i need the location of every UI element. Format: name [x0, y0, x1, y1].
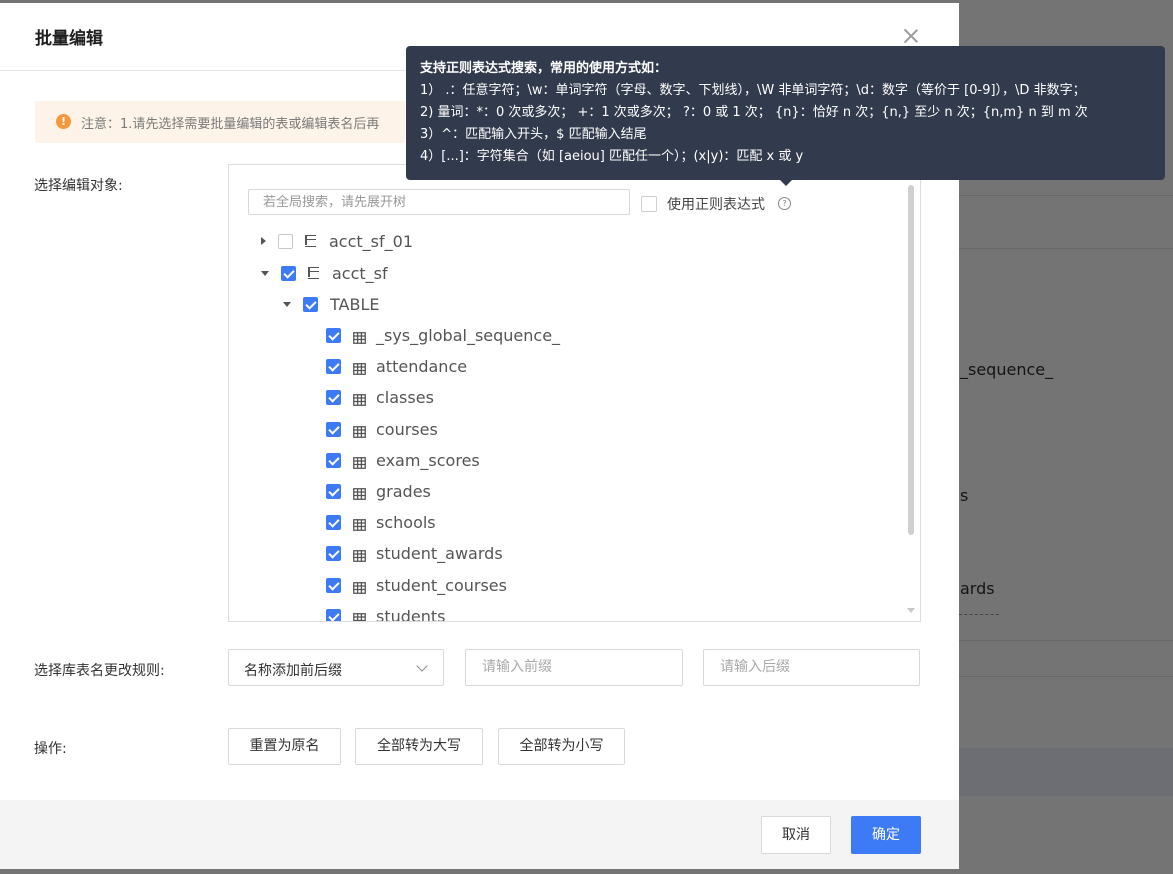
object-tree-panel: 若全局搜索，请先展开树 使用正则表达式 ? acct_sf_01 acct_sf…: [228, 164, 921, 622]
node-label: students: [376, 606, 446, 622]
notice-banner: ! 注意：1.请先选择需要批量编辑的表或编辑表名后再: [35, 101, 405, 143]
node-label: student_awards: [376, 543, 503, 563]
tooltip-line: 3）^：匹配输入开头，$ 匹配输入结尾: [420, 127, 647, 142]
node-checkbox[interactable]: [326, 483, 341, 499]
operation-label: 操作:: [34, 741, 67, 757]
table-icon: [353, 329, 366, 344]
node-label: classes: [376, 387, 434, 407]
dialog-title: 批量编辑: [35, 29, 103, 49]
tree-node-table[interactable]: schools: [326, 511, 436, 533]
regex-checkbox-label: 使用正则表达式: [667, 197, 765, 213]
prefix-input[interactable]: 请输入前缀: [465, 649, 683, 686]
database-icon: [308, 267, 319, 279]
table-icon: [353, 391, 366, 406]
caret-right-icon[interactable]: [261, 237, 266, 245]
table-icon: [353, 547, 366, 562]
database-icon: [305, 235, 316, 247]
node-label: student_courses: [376, 575, 507, 595]
node-checkbox[interactable]: [281, 265, 296, 281]
node-checkbox[interactable]: [326, 608, 341, 621]
table-icon: [353, 516, 366, 531]
tree-node-table[interactable]: students: [326, 605, 446, 622]
tooltip-line: 1） .：任意字符；\w：单词字符（字母、数字、下划线），\W 非单词字符；\d…: [420, 83, 1086, 98]
tree-node-table[interactable]: _sys_global_sequence_: [326, 324, 560, 346]
node-label: grades: [376, 481, 431, 501]
node-checkbox[interactable]: [326, 327, 341, 343]
notice-text: 注意：1.请先选择需要批量编辑的表或编辑表名后再: [81, 117, 380, 132]
cancel-button[interactable]: 取消: [761, 816, 831, 854]
reset-name-button[interactable]: 重置为原名: [228, 728, 341, 765]
node-checkbox[interactable]: [326, 421, 341, 437]
tree-node-database[interactable]: acct_sf_01: [261, 230, 413, 252]
node-label: attendance: [376, 356, 468, 376]
regex-checkbox[interactable]: [641, 196, 657, 212]
tooltip-line: 2) 量词：*：0 次或多次； +：1 次或多次； ?：0 或 1 次； {n}…: [420, 105, 1088, 120]
rename-rule-label: 选择库表名更改规则:: [34, 663, 165, 679]
node-label: exam_scores: [376, 450, 480, 470]
confirm-button[interactable]: 确定: [851, 816, 921, 854]
warning-icon: !: [56, 114, 71, 129]
tree-node-database[interactable]: acct_sf: [261, 262, 388, 284]
tree-node-table[interactable]: attendance: [326, 355, 467, 377]
node-checkbox[interactable]: [326, 389, 341, 405]
dialog-footer: 取消 确定: [0, 800, 959, 869]
node-checkbox[interactable]: [326, 452, 341, 468]
table-icon: [353, 423, 366, 438]
regex-help-tooltip: 支持正则表达式搜索，常用的使用方式如： 1） .：任意字符；\w：单词字符（字母…: [406, 46, 1165, 180]
tree-node-table[interactable]: classes: [326, 386, 434, 408]
tree-node-table[interactable]: exam_scores: [326, 449, 480, 471]
node-label: acct_sf: [332, 263, 388, 283]
node-checkbox[interactable]: [278, 233, 293, 249]
suffix-input[interactable]: 请输入后缀: [703, 649, 920, 686]
node-label: acct_sf_01: [329, 231, 413, 251]
node-checkbox[interactable]: [326, 577, 341, 593]
scroll-down-icon[interactable]: [907, 608, 915, 613]
tree-scrollbar[interactable]: [908, 185, 914, 535]
tree-node-folder[interactable]: TABLE: [283, 293, 379, 315]
tree-node-table[interactable]: student_awards: [326, 542, 503, 564]
tree-search-input[interactable]: 若全局搜索，请先展开树: [248, 189, 630, 215]
node-checkbox[interactable]: [326, 545, 341, 561]
tree-node-table[interactable]: courses: [326, 418, 438, 440]
node-label: courses: [376, 419, 438, 439]
select-objects-label: 选择编辑对象:: [34, 178, 123, 194]
node-checkbox[interactable]: [326, 358, 341, 374]
chevron-down-icon: [416, 660, 428, 672]
rename-rule-select[interactable]: 名称添加前后缀: [228, 649, 444, 686]
table-icon: [353, 485, 366, 500]
node-checkbox[interactable]: [326, 514, 341, 530]
tooltip-line: 支持正则表达式搜索，常用的使用方式如：: [420, 61, 668, 76]
node-label: _sys_global_sequence_: [376, 325, 561, 345]
node-label: TABLE: [330, 294, 380, 314]
tree-node-table[interactable]: grades: [326, 480, 431, 502]
tooltip-line: 4）[...]：字符集合（如 [aeiou] 匹配任一个）；(x|y)：匹配 x…: [420, 149, 804, 164]
table-icon: [353, 579, 366, 594]
node-label: schools: [376, 512, 436, 532]
caret-down-icon[interactable]: [261, 270, 269, 276]
caret-down-icon[interactable]: [283, 301, 291, 307]
table-icon: [353, 360, 366, 375]
table-icon: [353, 454, 366, 469]
close-icon[interactable]: [902, 27, 920, 45]
table-icon: [353, 610, 366, 621]
lowercase-button[interactable]: 全部转为小写: [498, 728, 625, 765]
node-checkbox[interactable]: [303, 296, 318, 312]
help-icon[interactable]: ?: [778, 197, 791, 210]
tree-node-table[interactable]: student_courses: [326, 574, 507, 596]
uppercase-button[interactable]: 全部转为大写: [355, 728, 483, 765]
rename-rule-value: 名称添加前后缀: [244, 663, 342, 679]
tooltip-arrow: [780, 180, 792, 186]
